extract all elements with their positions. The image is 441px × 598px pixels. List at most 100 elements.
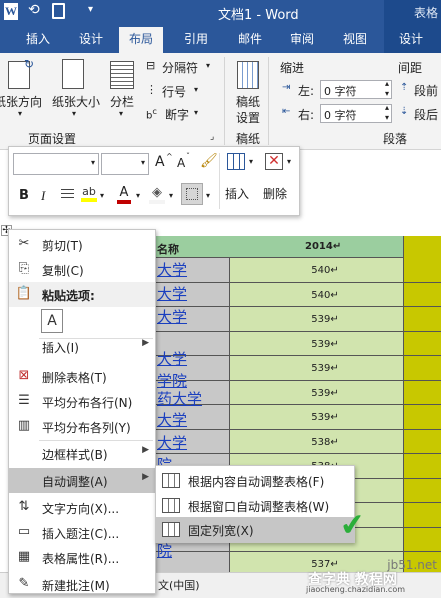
table-header-row [155,236,403,258]
table-name-link[interactable]: 大学 [157,306,187,327]
menu-item-6[interactable]: ☰ 平均分布各行(N) [9,389,155,414]
grow-font-button[interactable]: A [155,154,165,170]
bold-button[interactable]: B [19,188,29,203]
menu-item-4[interactable]: 插入(I) ▶ [9,334,155,359]
context-menu: ✂ 剪切(T) ⎘ 复制(C) 📋 粘贴选项: A 插入(I) ▶ ⊠ 删除表格(T) ☰ 平均分布各行… [8,229,156,594]
font-color-button[interactable]: A [117,185,131,204]
tab-layout[interactable]: 布局 [119,27,164,53]
tab-references[interactable]: 引用 [184,30,208,47]
font-name-combo[interactable]: ▾ [13,153,99,175]
chevron-down-icon[interactable]: ▾ [287,157,291,166]
menu-item-0[interactable]: ✂ 剪切(T) [9,232,155,257]
group-divider [268,57,269,145]
document-title: 文档1 - Word [218,8,299,23]
font-size-combo[interactable]: ▾ [101,153,149,175]
submenu-item-2[interactable]: 固定列宽(X) [156,517,354,542]
paper-size-button[interactable]: 纸张大小 [52,93,100,110]
status-language[interactable]: 文(中国) [158,577,200,593]
orientation-arrow-icon: ↻ [24,57,35,71]
align-center-icon[interactable] [61,189,74,201]
table-name-link[interactable]: 大学 [157,432,187,453]
table-header-name: 名称 [157,243,179,256]
draft-settings-button[interactable]: 稿纸 [236,93,260,110]
table-row-divider [155,428,441,430]
menu-item-1[interactable]: ⎘ 复制(C) [9,257,155,282]
breaks-dropdown-icon: ▾ [206,61,211,70]
chevron-down-icon[interactable]: ▾ [91,158,95,167]
menu-item-label: 新建批注(M) [42,579,110,593]
shading-icon[interactable]: ◈ [149,185,165,204]
autofit-window-icon [162,498,180,513]
chevron-down-icon[interactable]: ▾ [100,191,104,200]
paste-option-text-only[interactable]: A [9,307,155,337]
table-name-link[interactable]: 大学 [157,348,187,369]
indent-title: 缩进 [280,61,305,75]
submenu-item-1[interactable]: 根据窗口自动调整表格(W) [156,493,354,518]
draft-settings-button-line2[interactable]: 设置 [236,109,260,126]
spinner-icon[interactable]: ▴ ▾ [385,103,389,123]
table-cell-2014: 539↵ [311,387,339,399]
table-row-divider [155,355,441,356]
indent-right-icon: ⇤ [282,106,291,117]
columns-button[interactable]: 分栏 [110,93,134,110]
delete-label[interactable]: 删除 [263,185,287,202]
tab-mailings[interactable]: 邮件 [238,30,262,47]
tab-design[interactable]: 设计 [79,30,103,47]
borders-icon[interactable] [181,183,203,205]
shrink-font-button[interactable]: A [177,156,185,170]
menu-item-5[interactable]: ⊠ 删除表格(T) [9,364,155,389]
menu-item-9[interactable]: 自动调整(A) ▶ [9,468,155,493]
table-name-link[interactable]: 药大学 [157,388,202,409]
table-row-divider [155,453,441,454]
insert-label[interactable]: 插入 [225,185,249,202]
menu-item-7[interactable]: ▥ 平均分布各列(Y) [9,414,155,439]
format-painter-icon[interactable]: 🖌 [200,153,218,169]
watermark-sub: jiaocheng.chazidian.com [306,585,406,594]
delete-table-icon[interactable]: ✕ [265,153,283,170]
breaks-button[interactable]: 分隔符 [162,59,198,76]
chevron-down-icon[interactable]: ▾ [136,191,140,200]
table-name-link[interactable]: 大学 [157,409,187,430]
menu-item-11[interactable]: ▭ 插入题注(C)... [9,520,155,545]
ribbon-tab-bar: 插入 设计 布局 引用 邮件 审阅 视图 设计 [0,24,441,53]
menu-item-8[interactable]: 边框样式(B) ▶ [9,441,155,466]
tab-insert[interactable]: 插入 [26,30,50,47]
hyphenation-button[interactable]: 断字 [165,106,189,123]
table-header-2014: 2014↵ [305,241,342,252]
menu-item-label: 文字方向(X)... [42,502,120,516]
menu-item-label: 平均分布各行(N) [42,396,133,410]
indent-left-input[interactable]: 0 字符 ▴ ▾ [320,79,392,99]
paste-icon: 📋 [15,286,33,301]
chevron-down-icon[interactable]: ▾ [249,157,253,166]
chevron-down-icon[interactable]: ▾ [169,191,173,200]
undo-icon[interactable]: ⟲ [28,2,40,18]
word-app-icon[interactable]: W [4,3,18,20]
italic-button[interactable]: I [41,188,45,204]
table-name-link[interactable]: 院 [157,540,172,561]
indent-right-input[interactable]: 0 字符 ▴ ▾ [320,103,392,123]
spinner-icon[interactable]: ▴ ▾ [385,79,389,99]
line-numbers-button[interactable]: 行号 [162,83,186,100]
tab-review[interactable]: 审阅 [290,30,314,47]
orientation-button[interactable]: 纸张方向 [0,93,42,110]
tab-table-design[interactable]: 设计 [399,30,423,47]
table-name-link[interactable]: 大学 [157,283,187,304]
customize-qat-icon[interactable]: ▾ [88,4,93,15]
submenu-item-0[interactable]: 根据内容自动调整表格(F) [156,468,354,493]
highlight-icon[interactable]: ab [81,185,97,202]
menu-item-label: 删除表格(T) [42,371,107,385]
insert-table-icon[interactable] [227,153,245,170]
menu-item-13[interactable]: ✎ 新建批注(M) [9,572,155,597]
columns-dropdown-icon: ▾ [119,109,124,118]
menu-item-10[interactable]: ⇅ 文字方向(X)... [9,495,155,520]
chevron-down-icon[interactable]: ▾ [141,158,145,167]
page-setup-launcher-icon[interactable]: ⌟ [210,132,214,142]
menu-item-12[interactable]: ▦ 表格属性(R)... [9,545,155,570]
tab-view[interactable]: 视图 [343,30,367,47]
print-preview-icon[interactable] [52,3,65,19]
chevron-down-icon[interactable]: ▾ [206,191,210,200]
distribute-rows-icon: ☰ [18,393,30,408]
autofit-submenu: 根据内容自动调整表格(F) 根据窗口自动调整表格(W) 固定列宽(X) [155,465,355,543]
table-name-link[interactable]: 大学 [157,259,187,280]
indent-right-label: 右: [298,108,315,122]
